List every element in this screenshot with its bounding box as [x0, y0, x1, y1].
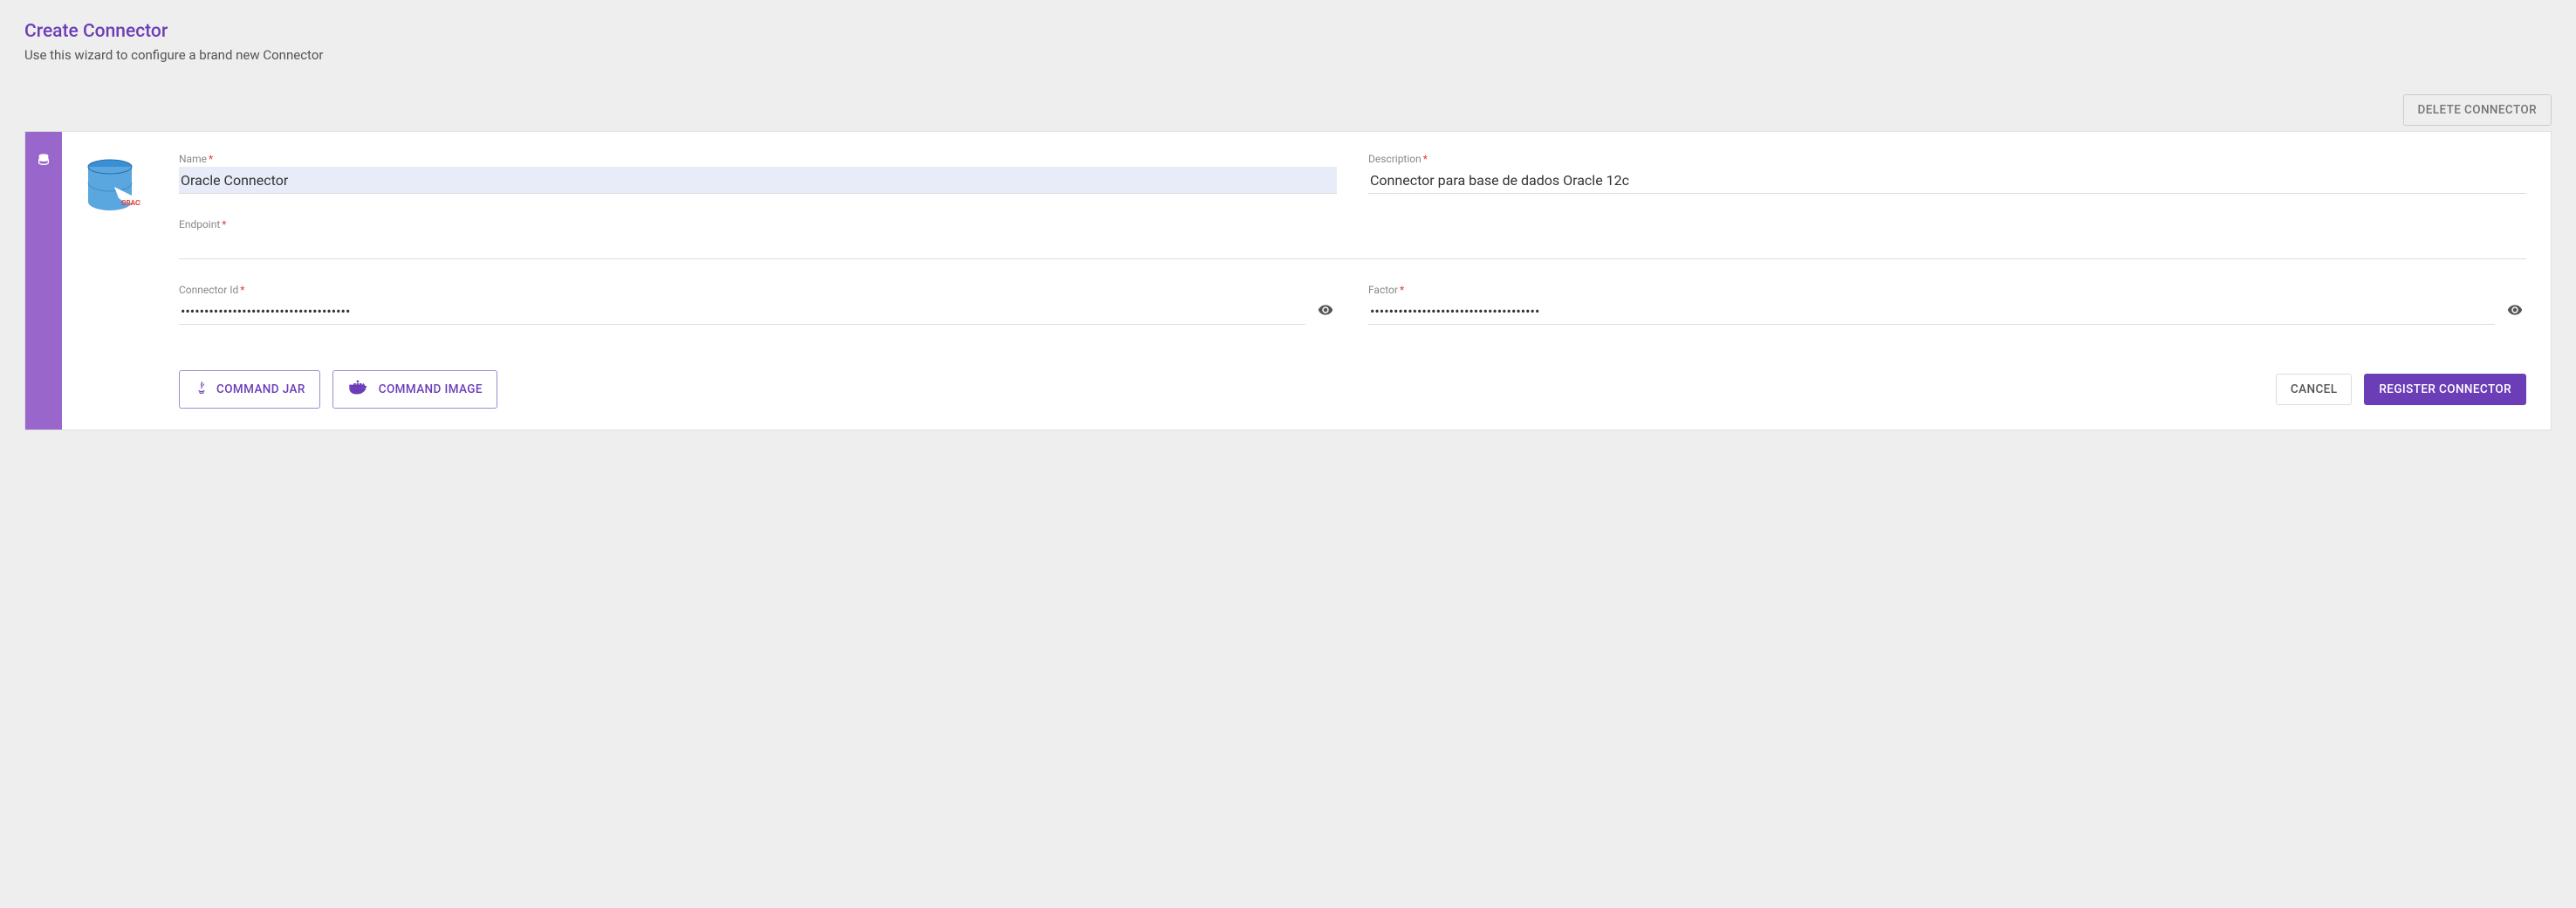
- delete-connector-label: DELETE CONNECTOR: [2418, 103, 2537, 117]
- oracle-text: ORACLE: [121, 199, 140, 207]
- command-jar-button[interactable]: COMMAND JAR: [179, 370, 320, 409]
- name-label: Name*: [179, 153, 1337, 165]
- connector-id-input[interactable]: [179, 298, 1305, 325]
- connector-card: ORACLE Name* Description*: [24, 131, 2552, 430]
- eye-icon: [2507, 302, 2523, 320]
- cancel-button[interactable]: CANCEL: [2276, 374, 2352, 405]
- factor-input[interactable]: [1368, 298, 2495, 325]
- java-icon: [194, 380, 209, 399]
- name-input[interactable]: [179, 167, 1337, 194]
- register-connector-button[interactable]: REGISTER CONNECTOR: [2364, 374, 2526, 405]
- card-stripe: [25, 132, 62, 430]
- description-label: Description*: [1368, 153, 2526, 165]
- command-jar-label: COMMAND JAR: [216, 382, 305, 396]
- command-image-button[interactable]: COMMAND IMAGE: [332, 370, 497, 409]
- eye-icon: [1318, 302, 1333, 320]
- description-input[interactable]: [1368, 167, 2526, 194]
- command-image-label: COMMAND IMAGE: [379, 382, 483, 396]
- connector-id-visibility-toggle[interactable]: [1314, 299, 1337, 324]
- docker-icon: [347, 379, 372, 400]
- page-subtitle: Use this wizard to configure a brand new…: [24, 47, 2552, 63]
- register-label: REGISTER CONNECTOR: [2379, 382, 2511, 396]
- oracle-logo: ORACLE: [79, 156, 140, 224]
- page-title: Create Connector: [24, 21, 2552, 42]
- cancel-label: CANCEL: [2291, 382, 2337, 396]
- factor-label: Factor*: [1368, 284, 2526, 296]
- connector-id-label: Connector Id*: [179, 284, 1337, 296]
- factor-visibility-toggle[interactable]: [2504, 299, 2526, 324]
- endpoint-input[interactable]: [179, 232, 2526, 259]
- database-icon: [37, 153, 51, 170]
- endpoint-label: Endpoint*: [179, 218, 2526, 230]
- delete-connector-button[interactable]: DELETE CONNECTOR: [2403, 94, 2552, 126]
